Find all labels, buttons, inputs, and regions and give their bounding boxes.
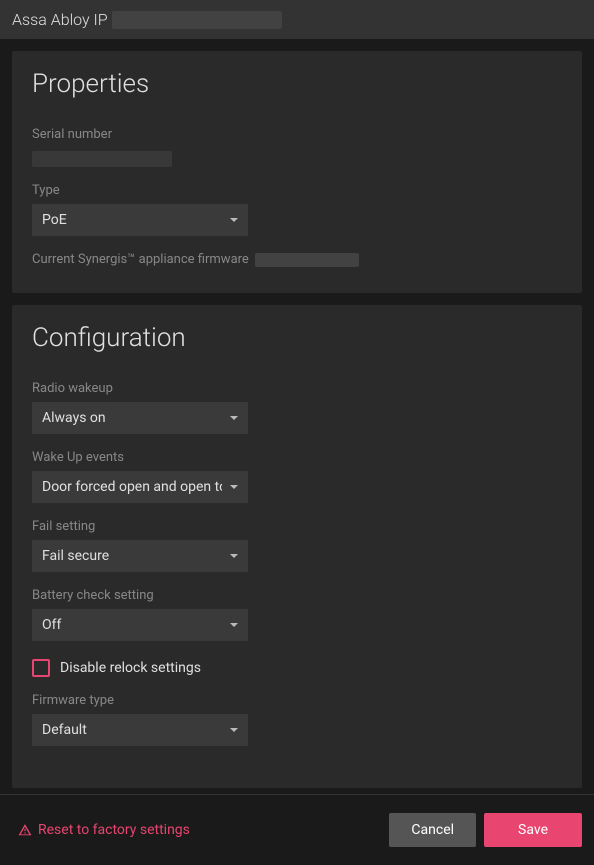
disable-relock-checkbox[interactable] (32, 659, 50, 677)
type-dropdown[interactable]: PoE (32, 204, 248, 236)
warning-icon (18, 823, 32, 837)
wakeup-events-value: Door forced open and open too long (42, 479, 222, 495)
configuration-section: Configuration Radio wakeup Always on Wak… (12, 305, 582, 788)
configuration-title: Configuration (32, 323, 562, 353)
properties-title: Properties (32, 69, 562, 99)
radio-wakeup-label: Radio wakeup (32, 381, 562, 396)
battery-check-dropdown[interactable]: Off (32, 609, 248, 641)
firmware-value-redacted (255, 253, 359, 267)
wakeup-events-label: Wake Up events (32, 450, 562, 465)
page-header: Assa Abloy IP (0, 0, 594, 39)
radio-wakeup-dropdown[interactable]: Always on (32, 402, 248, 434)
firmware-label: Current Synergis™ appliance firmware (32, 252, 249, 267)
battery-check-label: Battery check setting (32, 588, 562, 603)
serial-number-field: Serial number (32, 127, 562, 167)
fail-setting-field: Fail setting Fail secure (32, 519, 562, 572)
wakeup-events-field: Wake Up events Door forced open and open… (32, 450, 562, 503)
chevron-down-icon (230, 218, 238, 222)
wakeup-events-dropdown[interactable]: Door forced open and open too long (32, 471, 248, 503)
fail-setting-label: Fail setting (32, 519, 562, 534)
firmware-type-value: Default (42, 722, 222, 738)
serial-number-value (32, 151, 172, 167)
radio-wakeup-field: Radio wakeup Always on (32, 381, 562, 434)
radio-wakeup-value: Always on (42, 410, 222, 426)
serial-number-label: Serial number (32, 127, 562, 142)
chevron-down-icon (230, 485, 238, 489)
firmware-type-dropdown[interactable]: Default (32, 714, 248, 746)
battery-check-field: Battery check setting Off (32, 588, 562, 641)
reset-factory-link[interactable]: Reset to factory settings (12, 822, 381, 838)
type-field: Type PoE (32, 183, 562, 236)
firmware-type-field: Firmware type Default (32, 693, 562, 746)
firmware-line: Current Synergis™ appliance firmware (32, 252, 562, 267)
header-redacted (112, 11, 282, 29)
chevron-down-icon (230, 623, 238, 627)
chevron-down-icon (230, 416, 238, 420)
firmware-type-label: Firmware type (32, 693, 562, 708)
disable-relock-row: Disable relock settings (32, 659, 562, 677)
cancel-button[interactable]: Cancel (389, 813, 476, 847)
battery-check-value: Off (42, 617, 222, 633)
save-button[interactable]: Save (484, 813, 582, 847)
type-label: Type (32, 183, 562, 198)
properties-section: Properties Serial number Type PoE Curren… (12, 51, 582, 293)
reset-factory-label: Reset to factory settings (38, 822, 190, 838)
chevron-down-icon (230, 554, 238, 558)
fail-setting-dropdown[interactable]: Fail secure (32, 540, 248, 572)
chevron-down-icon (230, 728, 238, 732)
header-title: Assa Abloy IP (12, 10, 108, 29)
footer: Reset to factory settings Cancel Save (0, 794, 594, 865)
type-value: PoE (42, 212, 222, 228)
fail-setting-value: Fail secure (42, 548, 222, 564)
disable-relock-label: Disable relock settings (60, 660, 201, 676)
